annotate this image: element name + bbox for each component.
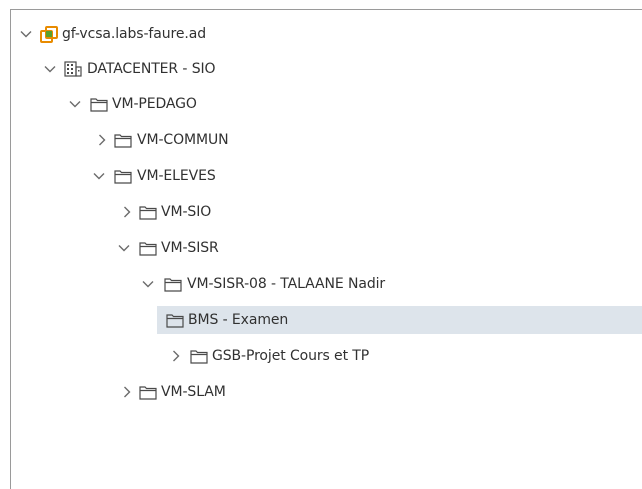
tree-node-vm-sio[interactable]: VM-SIO [11, 198, 642, 226]
chevron-right-icon[interactable] [120, 205, 134, 219]
tree-node-vm-sisr-08[interactable]: VM-SISR-08 - TALAANE Nadir [11, 270, 642, 298]
tree-node-datacenter[interactable]: DATACENTER - SIO [11, 55, 642, 83]
tree-node-label: VM-SISR [161, 240, 219, 256]
tree-node-label: VM-PEDAGO [112, 96, 197, 112]
folder-icon [166, 312, 184, 328]
tree-node-vcenter[interactable]: gf-vcsa.labs-faure.ad [11, 20, 642, 48]
chevron-right-icon[interactable] [169, 349, 183, 363]
tree-node-vm-slam[interactable]: VM-SLAM [11, 378, 642, 406]
folder-icon [139, 240, 157, 256]
tree-node-bms-examen[interactable]: BMS - Examen [11, 306, 642, 334]
tree-node-vm-commun[interactable]: VM-COMMUN [11, 126, 642, 154]
tree-node-vm-eleves[interactable]: VM-ELEVES [11, 162, 642, 190]
tree-node-label: VM-SLAM [161, 384, 226, 400]
tree-node-vm-sisr[interactable]: VM-SISR [11, 234, 642, 262]
chevron-down-icon[interactable] [43, 62, 57, 76]
chevron-right-icon[interactable] [95, 133, 109, 147]
datacenter-icon [64, 61, 82, 77]
folder-icon [190, 348, 208, 364]
inventory-tree-panel: gf-vcsa.labs-faure.ad DATACENTER - SIO V… [10, 9, 642, 489]
vcenter-icon [40, 26, 58, 43]
tree-node-gsb-projet[interactable]: GSB-Projet Cours et TP [11, 342, 642, 370]
tree-node-label: VM-COMMUN [137, 132, 229, 148]
folder-icon [114, 168, 132, 184]
tree-node-label: VM-SISR-08 - TALAANE Nadir [187, 276, 386, 292]
chevron-down-icon[interactable] [92, 169, 106, 183]
chevron-right-icon[interactable] [120, 385, 134, 399]
tree-node-label: VM-ELEVES [137, 168, 216, 184]
tree-node-label: DATACENTER - SIO [87, 61, 216, 77]
folder-icon [139, 384, 157, 400]
chevron-down-icon[interactable] [141, 277, 155, 291]
folder-icon [139, 204, 157, 220]
tree-node-vm-pedago[interactable]: VM-PEDAGO [11, 90, 642, 118]
folder-icon [114, 132, 132, 148]
folder-icon [164, 276, 182, 292]
chevron-down-icon[interactable] [117, 241, 131, 255]
tree-node-label: gf-vcsa.labs-faure.ad [62, 26, 206, 42]
chevron-down-icon[interactable] [19, 27, 33, 41]
folder-icon [90, 96, 108, 112]
tree-node-label: BMS - Examen [188, 312, 289, 328]
chevron-down-icon[interactable] [68, 97, 82, 111]
tree-node-label: VM-SIO [161, 204, 212, 220]
tree-node-label: GSB-Projet Cours et TP [212, 348, 370, 364]
